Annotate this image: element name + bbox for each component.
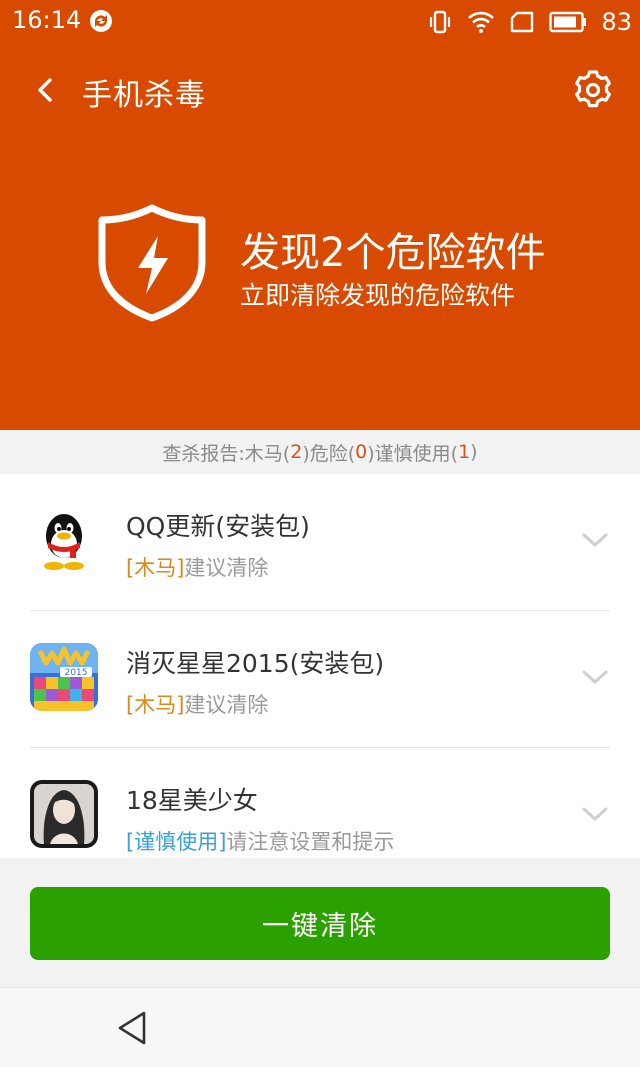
back-arrow-icon[interactable] [28,72,64,108]
nav-back-triangle-icon[interactable] [114,1008,154,1048]
navigation-bar [0,987,640,1067]
list-item[interactable]: 2015 消灭星星2015(安装包) [木马]建议清除 [0,611,640,748]
threat-advice: 请注意设置和提示 [226,830,395,854]
sim-icon [511,11,534,33]
app-header: 手机杀毒 发现2个危险软件 立即清除发现的危险软件 [0,44,640,430]
status-time: 16:14 [12,6,82,34]
threat-tag: [木马] [126,693,185,717]
chevron-down-icon[interactable] [580,528,610,552]
chevron-down-icon[interactable] [580,802,610,826]
one-click-clean-button[interactable]: 一键清除 [30,887,610,960]
threat-tag: [谨慎使用] [126,830,227,854]
report-mid1: )危险( [302,442,356,465]
app-status: [木马]建议清除 [126,552,268,582]
status-bar: 16:14 83 [0,0,640,44]
threat-list: QQ更新(安装包) [木马]建议清除 2015 消灭星星2015(安装包) [木… [0,474,640,858]
chevron-down-icon[interactable] [580,665,610,689]
report-suffix: ) [470,441,478,463]
status-icons: 83 [427,6,632,38]
battery-icon [549,11,587,33]
gear-icon[interactable] [572,69,614,111]
svg-text:2015: 2015 [65,668,88,678]
shield-lightning-icon [98,204,206,322]
list-item[interactable]: QQ更新(安装包) [木马]建议清除 [0,474,640,611]
report-mid2: )谨慎使用( [367,442,459,465]
report-prefix: 查杀报告:木马( [162,442,291,465]
qq-penguin-icon [30,506,98,574]
bottom-action-area: 一键清除 [0,858,640,987]
vibrate-icon [430,10,451,34]
wifi-icon [468,11,495,33]
app-name: 18星美少女 [126,786,258,815]
popstar-game-icon: 2015 [30,643,98,711]
danger-count: 0 [355,441,368,463]
app-name: 消灭星星2015(安装包) [126,649,385,678]
sync-icon [90,10,112,32]
scan-report: 查杀报告:木马(2)危险(0)谨慎使用(1) [0,430,640,474]
threat-advice: 建议清除 [184,556,269,580]
app-status: [木马]建议清除 [126,689,268,719]
battery-level: 83 [601,8,632,36]
trojan-count: 2 [290,441,303,463]
list-item[interactable]: 18星美少女 [谨慎使用]请注意设置和提示 [0,748,640,858]
page-title: 手机杀毒 [82,78,206,113]
girl-app-icon [30,780,98,848]
result-subtitle: 立即清除发现的危险软件 [240,281,516,310]
caution-count: 1 [458,441,471,463]
app-name: QQ更新(安装包) [126,512,310,541]
app-status: [谨慎使用]请注意设置和提示 [126,826,394,856]
threat-advice: 建议清除 [184,693,269,717]
result-title: 发现2个危险软件 [240,230,546,276]
threat-tag: [木马] [126,556,185,580]
